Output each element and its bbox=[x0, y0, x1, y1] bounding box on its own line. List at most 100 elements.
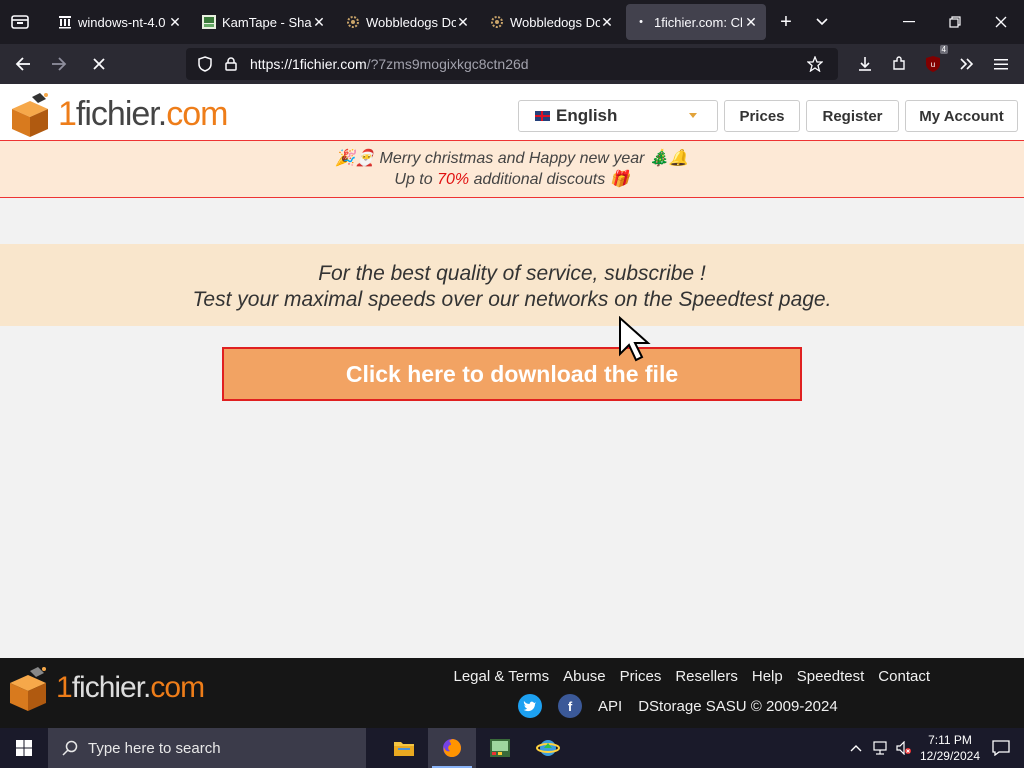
footer-link-help[interactable]: Help bbox=[752, 668, 783, 685]
url-bar[interactable]: https://1fichier.com/?7zms9mogixkgc8ctn2… bbox=[186, 48, 838, 80]
footer-link-contact[interactable]: Contact bbox=[878, 668, 930, 685]
language-label: English bbox=[556, 106, 618, 125]
close-tab-icon[interactable]: ✕ bbox=[744, 14, 758, 31]
my-account-button[interactable]: My Account bbox=[905, 100, 1018, 132]
caret-down-icon bbox=[689, 113, 697, 118]
back-icon[interactable] bbox=[6, 48, 40, 80]
url-text: https://1fichier.com/?7zms9mogixkgc8ctn2… bbox=[250, 56, 529, 72]
logo-text: 1fichier.com bbox=[58, 94, 228, 133]
close-tab-icon[interactable]: ✕ bbox=[456, 14, 470, 31]
close-tab-icon[interactable]: ✕ bbox=[312, 14, 326, 31]
network-icon[interactable] bbox=[872, 741, 888, 755]
taskbar-clock[interactable]: 7:11 PM 12/29/2024 bbox=[920, 732, 980, 764]
shield-icon[interactable] bbox=[194, 53, 216, 75]
tab-label: Wobbledogs Do bbox=[510, 14, 600, 30]
download-file-button[interactable]: Click here to download the file bbox=[222, 347, 802, 401]
wobbledogs-icon bbox=[490, 15, 504, 29]
browser-tab-3[interactable]: Wobbledogs Do ✕ bbox=[338, 4, 478, 40]
register-button[interactable]: Register bbox=[806, 100, 899, 132]
uk-flag-icon bbox=[535, 111, 550, 121]
browser-tab-bar: windows-nt-4.0 ✕ KamTape - Shar ✕ Wobble… bbox=[0, 0, 1024, 44]
firefox-icon[interactable] bbox=[428, 728, 476, 768]
browser-tab-5-active[interactable]: • 1fichier.com: Cl ✕ bbox=[626, 4, 766, 40]
windows-start-icon[interactable] bbox=[0, 728, 48, 768]
svg-text:u: u bbox=[931, 60, 935, 69]
footer-links: Legal & Terms Abuse Prices Resellers Hel… bbox=[454, 668, 931, 685]
facebook-icon[interactable]: f bbox=[558, 694, 582, 718]
banner-line1: Merry christmas and Happy new year bbox=[379, 150, 645, 167]
discount-highlight: 70% bbox=[437, 171, 470, 188]
promo-line2: Test your maximal speeds over our networ… bbox=[192, 288, 832, 311]
stop-loading-icon[interactable] bbox=[82, 48, 116, 80]
footer-link-speedtest[interactable]: Speedtest bbox=[797, 668, 865, 685]
network-monitor-icon[interactable] bbox=[476, 728, 524, 768]
party-popper-icon: 🎉 bbox=[335, 150, 356, 167]
search-placeholder: Type here to search bbox=[88, 739, 221, 757]
loading-dot-icon: • bbox=[639, 16, 643, 28]
url-path: /?7zms9mogixkgc8ctn26d bbox=[366, 56, 529, 72]
restore-icon[interactable] bbox=[932, 0, 978, 44]
christmas-tree-icon: 🎄 bbox=[648, 150, 669, 167]
clock-time: 7:11 PM bbox=[928, 733, 972, 747]
logo-box-icon bbox=[6, 665, 52, 711]
site-logo[interactable]: 1fichier.com bbox=[8, 88, 228, 140]
footer-link-prices[interactable]: Prices bbox=[620, 668, 662, 685]
chevron-up-icon[interactable] bbox=[850, 744, 862, 752]
footer-row2: f API DStorage SASU © 2009-2024 bbox=[518, 694, 838, 718]
minimize-icon[interactable] bbox=[886, 0, 932, 44]
forward-icon[interactable] bbox=[42, 48, 76, 80]
close-window-icon[interactable] bbox=[978, 0, 1024, 44]
search-icon bbox=[62, 740, 78, 756]
logo-text: 1fichier.com bbox=[56, 671, 205, 704]
bell-icon: 🔔 bbox=[668, 150, 689, 167]
browser-tab-2[interactable]: KamTape - Shar ✕ bbox=[194, 4, 334, 40]
download-icon[interactable] bbox=[848, 48, 882, 80]
chevron-down-icon[interactable] bbox=[804, 4, 840, 40]
holiday-banner: 🎉🎅 Merry christmas and Happy new year 🎄🔔… bbox=[0, 140, 1024, 198]
tab-label: 1fichier.com: Cl bbox=[654, 14, 743, 30]
web-page: 1fichier.com English Prices Register My … bbox=[0, 84, 1024, 658]
browser-tab-1[interactable]: windows-nt-4.0 ✕ bbox=[50, 4, 190, 40]
lock-icon[interactable] bbox=[220, 53, 242, 75]
extension-badge: 4 bbox=[939, 45, 948, 54]
footer-api-link[interactable]: API bbox=[598, 698, 622, 715]
tab-list-icon[interactable] bbox=[0, 0, 40, 44]
download-manager-icon[interactable] bbox=[524, 728, 572, 768]
bookmark-star-icon[interactable] bbox=[804, 53, 826, 75]
footer-link-abuse[interactable]: Abuse bbox=[563, 668, 606, 685]
promo-line1: For the best quality of service, subscri… bbox=[318, 262, 706, 285]
extensions-icon[interactable] bbox=[882, 48, 916, 80]
overflow-chevron-icon[interactable] bbox=[950, 48, 984, 80]
prices-button[interactable]: Prices bbox=[724, 100, 800, 132]
wobbledogs-icon bbox=[346, 15, 360, 29]
footer-copyright: DStorage SASU © 2009-2024 bbox=[638, 697, 838, 715]
taskbar-search-box[interactable]: Type here to search bbox=[48, 728, 366, 768]
volume-muted-icon[interactable] bbox=[896, 741, 912, 755]
site-header: 1fichier.com English Prices Register My … bbox=[0, 84, 1024, 140]
logo-box-icon bbox=[8, 91, 54, 137]
system-tray: 7:11 PM 12/29/2024 bbox=[850, 728, 1024, 768]
browser-tab-4[interactable]: Wobbledogs Do ✕ bbox=[482, 4, 622, 40]
gift-icon: 🎁 bbox=[609, 171, 630, 188]
banner-line2-pre: Up to bbox=[394, 171, 438, 188]
ublock-icon[interactable]: u 4 bbox=[916, 45, 950, 80]
language-selector[interactable]: English bbox=[518, 100, 718, 132]
footer-link-resellers[interactable]: Resellers bbox=[675, 668, 738, 685]
file-explorer-icon[interactable] bbox=[380, 728, 428, 768]
footer-logo[interactable]: 1fichier.com bbox=[6, 662, 205, 714]
hamburger-menu-icon[interactable] bbox=[984, 48, 1018, 80]
site-footer: 1fichier.com Legal & Terms Abuse Prices … bbox=[0, 658, 1024, 728]
url-host: https://1fichier.com bbox=[250, 56, 367, 72]
promo-banner: For the best quality of service, subscri… bbox=[0, 244, 1024, 326]
tab-label: windows-nt-4.0 bbox=[78, 14, 166, 30]
mouse-cursor-icon bbox=[618, 315, 652, 367]
close-tab-icon[interactable]: ✕ bbox=[600, 14, 614, 31]
notifications-icon[interactable] bbox=[992, 740, 1010, 756]
close-tab-icon[interactable]: ✕ bbox=[168, 14, 182, 31]
new-tab-icon[interactable]: + bbox=[768, 4, 804, 40]
building-columns-icon bbox=[58, 15, 72, 29]
tab-label: KamTape - Shar bbox=[222, 14, 312, 30]
twitter-icon[interactable] bbox=[518, 694, 542, 718]
browser-nav-bar: https://1fichier.com/?7zms9mogixkgc8ctn2… bbox=[0, 44, 1024, 84]
footer-link-legal[interactable]: Legal & Terms bbox=[454, 668, 550, 685]
